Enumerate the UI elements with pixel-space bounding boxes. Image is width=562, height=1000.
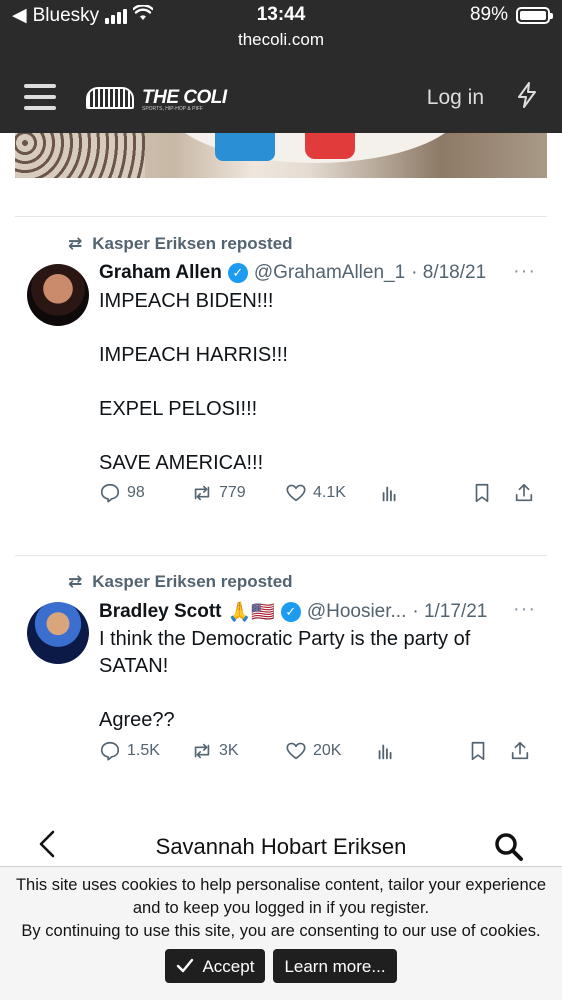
- cookie-text-line: By continuing to use this site, you are …: [21, 922, 541, 940]
- tweet-text: I think the Democratic Party is the part…: [99, 626, 470, 734]
- tweet-text: IMPEACH BIDEN!!! IMPEACH HARRIS!!! EXPEL…: [99, 288, 288, 477]
- accept-label: Accept: [202, 956, 255, 976]
- tweet-actions: 98 779 4.1K: [99, 482, 539, 510]
- like-button[interactable]: 20K: [285, 740, 341, 762]
- author-name[interactable]: Graham Allen: [99, 262, 222, 284]
- tweet-line: IMPEACH BIDEN!!!: [99, 290, 274, 312]
- tweet-header: Graham Allen ✓ @GrahamAllen_1 · 8/18/21: [99, 262, 486, 284]
- share-icon: [515, 483, 533, 502]
- repost-count: 3K: [219, 742, 239, 759]
- repost-button[interactable]: 3K: [191, 740, 239, 762]
- image-red-shape: [305, 133, 355, 159]
- site-logo[interactable]: THE COLI SPORTS, HIP-HOP & PIFF: [86, 84, 227, 112]
- repost-label: Kasper Eriksen reposted: [92, 572, 293, 591]
- author-name[interactable]: Bradley Scott: [99, 601, 221, 623]
- tweet-date: · 1/17/21: [412, 601, 488, 622]
- battery-indicator: 89%: [469, 4, 553, 26]
- retweet-icon: [194, 485, 210, 501]
- cookie-buttons: Accept Learn more...: [0, 949, 562, 983]
- reply-button[interactable]: 98: [99, 482, 145, 504]
- bookmark-button[interactable]: [471, 482, 493, 504]
- tweet-line: IMPEACH HARRIS!!!: [99, 344, 288, 366]
- checkmark-icon: [177, 958, 194, 973]
- colosseum-icon: [86, 87, 134, 109]
- author-handle[interactable]: @Hoosier...: [307, 601, 407, 623]
- embedded-image[interactable]: [15, 133, 547, 178]
- heart-icon: [286, 742, 306, 760]
- reply-icon: [100, 483, 120, 503]
- name-emoji: 🙏🇺🇸: [227, 602, 275, 623]
- tweet-date: · 8/18/21: [411, 262, 487, 283]
- verified-badge-icon: ✓: [280, 602, 301, 622]
- repost-icon: ⇄: [68, 234, 83, 253]
- share-button[interactable]: [513, 482, 535, 504]
- like-count: 20K: [313, 742, 342, 759]
- hamburger-menu-icon[interactable]: [24, 84, 56, 110]
- login-button[interactable]: Log in: [427, 86, 484, 110]
- repost-label: Kasper Eriksen reposted: [92, 234, 293, 253]
- avatar[interactable]: [27, 264, 89, 326]
- retweet-icon: [194, 743, 210, 759]
- tweet-line: I think the Democratic Party is the part…: [99, 628, 471, 650]
- cookie-text-line: This site uses cookies to help personali…: [15, 876, 547, 894]
- repost-button[interactable]: 779: [191, 482, 246, 504]
- url-bar[interactable]: thecoli.com: [0, 30, 562, 50]
- share-button[interactable]: [509, 740, 531, 762]
- like-count: 4.1K: [313, 484, 346, 501]
- analytics-button[interactable]: [379, 482, 401, 504]
- like-button[interactable]: 4.1K: [285, 482, 346, 504]
- bookmark-button[interactable]: [467, 740, 489, 762]
- site-nav: THE COLI SPORTS, HIP-HOP & PIFF Log in: [0, 74, 562, 124]
- cookie-notice: This site uses cookies to help personali…: [0, 866, 562, 1000]
- share-icon: [511, 741, 529, 760]
- logo-tagline: SPORTS, HIP-HOP & PIFF: [142, 106, 203, 112]
- lightning-icon[interactable]: [516, 82, 538, 115]
- battery-icon: [516, 6, 553, 24]
- battery-percent: 89%: [469, 4, 508, 25]
- status-bar: ◀ Bluesky 13:44 89%: [0, 3, 562, 28]
- analytics-icon: [382, 486, 396, 502]
- accept-cookies-button[interactable]: Accept: [165, 949, 266, 983]
- avatar[interactable]: [27, 602, 89, 664]
- tweet-header: Bradley Scott 🙏🇺🇸 ✓ @Hoosier... · 1/17/2…: [99, 600, 487, 624]
- more-options-icon[interactable]: ···: [513, 260, 536, 283]
- author-handle[interactable]: @GrahamAllen_1: [254, 262, 405, 284]
- tweet-line: Agree??: [99, 709, 175, 731]
- tweet-actions: 1.5K 3K 20K: [99, 740, 539, 768]
- profile-title: Savannah Hobart Eriksen: [155, 834, 407, 859]
- search-icon[interactable]: [494, 832, 524, 867]
- top-bar: ◀ Bluesky 13:44 89% thecoli.com THE COLI…: [0, 0, 562, 133]
- tweet-line: SAVE AMERICA!!!: [99, 452, 264, 474]
- divider: [15, 216, 547, 217]
- learn-more-button[interactable]: Learn more...: [273, 949, 397, 983]
- verified-badge-icon: ✓: [227, 263, 248, 283]
- reply-count: 1.5K: [127, 742, 160, 759]
- image-blue-shape: [215, 133, 275, 161]
- reply-count: 98: [127, 484, 145, 501]
- analytics-button[interactable]: [375, 740, 397, 762]
- repost-indicator: ⇄ Kasper Eriksen reposted: [68, 234, 293, 254]
- more-options-icon[interactable]: ···: [513, 598, 536, 621]
- profile-nav-bar: Savannah Hobart Eriksen: [0, 820, 562, 870]
- reply-button[interactable]: 1.5K: [99, 740, 160, 762]
- tweet-line: SATAN!: [99, 655, 169, 677]
- repost-indicator: ⇄ Kasper Eriksen reposted: [68, 572, 293, 592]
- cookie-text-line: and to keep you logged in if you registe…: [132, 899, 430, 917]
- analytics-icon: [378, 744, 392, 760]
- bookmark-icon: [471, 741, 485, 761]
- bookmark-icon: [475, 483, 489, 503]
- reply-icon: [100, 741, 120, 761]
- tweet-line: EXPEL PELOSI!!!: [99, 398, 258, 420]
- image-pattern-shape: [15, 133, 145, 178]
- repost-icon: ⇄: [68, 572, 83, 591]
- repost-count: 779: [219, 484, 246, 501]
- divider: [15, 555, 547, 556]
- heart-icon: [286, 484, 306, 502]
